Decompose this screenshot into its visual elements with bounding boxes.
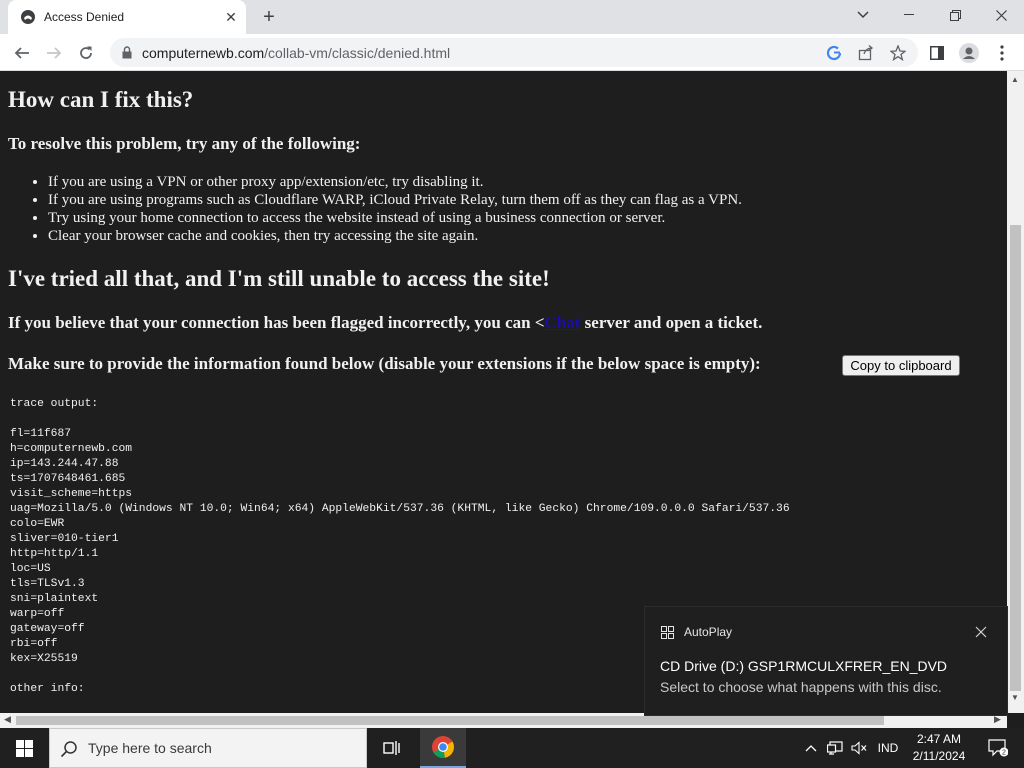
provide-info-text: Make sure to provide the information fou… bbox=[8, 354, 761, 373]
scroll-left-arrow-icon[interactable]: ◀ bbox=[4, 714, 11, 725]
url-text: computernewb.com/collab-vm/classic/denie… bbox=[142, 45, 451, 61]
trace-line: h=computernewb.com bbox=[10, 443, 133, 455]
autoplay-notification[interactable]: AutoPlay CD Drive (D:) GSP1RMCULXFRER_EN… bbox=[644, 606, 1008, 716]
scroll-down-arrow-icon[interactable]: ▼ bbox=[1011, 693, 1019, 702]
tab-title: Access Denied bbox=[44, 10, 125, 24]
toast-app-name: AutoPlay bbox=[684, 625, 733, 639]
heading-fix: How can I fix this? bbox=[8, 87, 194, 112]
share-icon[interactable] bbox=[857, 44, 875, 62]
windows-start-icon[interactable] bbox=[0, 728, 48, 768]
close-window-button[interactable] bbox=[978, 0, 1024, 30]
autoplay-app-icon bbox=[661, 626, 674, 644]
toast-close-icon[interactable] bbox=[973, 624, 989, 640]
subheading-resolve: To resolve this problem, try any of the … bbox=[8, 134, 361, 153]
kebab-menu-icon[interactable] bbox=[989, 40, 1015, 66]
forward-arrow-icon[interactable] bbox=[41, 40, 67, 66]
google-translate-icon[interactable] bbox=[825, 44, 843, 62]
language-indicator[interactable]: IND bbox=[872, 728, 904, 768]
horizontal-scroll-thumb[interactable] bbox=[16, 716, 884, 725]
trace-line: visit_scheme=https bbox=[10, 488, 133, 500]
restore-button[interactable] bbox=[932, 0, 978, 30]
address-bar[interactable]: computernewb.com/collab-vm/classic/denie… bbox=[110, 38, 918, 67]
browser-toolbar: computernewb.com/collab-vm/classic/denie… bbox=[0, 34, 1024, 71]
browser-tab[interactable]: Access Denied ✕ bbox=[8, 0, 246, 34]
profile-avatar-icon[interactable] bbox=[956, 40, 982, 66]
list-item: If you are using programs such as Cloudf… bbox=[48, 191, 742, 209]
taskbar: Type here to search IND 2:47 AM 2/11/202… bbox=[0, 728, 1024, 768]
tab-close-icon[interactable]: ✕ bbox=[222, 8, 240, 26]
vertical-scroll-thumb[interactable] bbox=[1010, 225, 1021, 691]
back-arrow-icon[interactable] bbox=[9, 40, 35, 66]
vertical-scrollbar[interactable]: ▲ ▼ bbox=[1007, 71, 1024, 713]
search-placeholder: Type here to search bbox=[88, 740, 212, 756]
clock-time: 2:47 AM bbox=[916, 732, 962, 746]
system-clock[interactable]: 2:47 AM 2/11/2024 bbox=[906, 728, 972, 768]
notification-center-icon[interactable]: 2 bbox=[978, 728, 1018, 768]
toast-title: CD Drive (D:) GSP1RMCULXFRER_EN_DVD bbox=[660, 658, 948, 674]
new-tab-button[interactable]: + bbox=[258, 6, 280, 28]
trace-line: tls=TLSv1.3 bbox=[10, 578, 85, 590]
svg-text:2: 2 bbox=[1002, 750, 1006, 757]
tab-strip: Access Denied ✕ + bbox=[0, 0, 1024, 34]
speaker-muted-icon[interactable] bbox=[848, 728, 870, 768]
tab-search-chevron-icon[interactable] bbox=[840, 0, 886, 30]
incognito-site-icon bbox=[20, 9, 36, 25]
trace-line: loc=US bbox=[10, 563, 51, 575]
trace-line: http=http/1.1 bbox=[10, 548, 99, 560]
trace-line: trace output: bbox=[10, 398, 99, 410]
heading-tried: I've tried all that, and I'm still unabl… bbox=[8, 266, 550, 291]
trace-line: sliver=010-tier1 bbox=[10, 533, 119, 545]
trace-line: colo=EWR bbox=[10, 518, 65, 530]
list-item: Try using your home connection to access… bbox=[48, 209, 742, 227]
fix-list: If you are using a VPN or other proxy ap… bbox=[48, 173, 742, 245]
trace-line bbox=[10, 412, 790, 427]
toast-body: Select to choose what happens with this … bbox=[660, 679, 942, 695]
lock-icon[interactable] bbox=[122, 46, 132, 64]
trace-line: sni=plaintext bbox=[10, 593, 99, 605]
copy-to-clipboard-button[interactable]: Copy to clipboard bbox=[842, 355, 960, 376]
task-view-icon[interactable] bbox=[372, 728, 412, 768]
chrome-taskbar-icon[interactable] bbox=[420, 728, 466, 768]
minimize-button[interactable] bbox=[886, 0, 932, 30]
show-hidden-icons-chevron-icon[interactable] bbox=[800, 728, 822, 768]
chat-link[interactable]: Chat bbox=[545, 313, 581, 332]
trace-line: uag=Mozilla/5.0 (Windows NT 10.0; Win64;… bbox=[10, 503, 790, 515]
trace-line: ip=143.244.47.88 bbox=[10, 458, 119, 470]
trace-line: fl=11f687 bbox=[10, 428, 72, 440]
trace-line: ts=1707648461.685 bbox=[10, 473, 126, 485]
list-item: Clear your browser cache and cookies, th… bbox=[48, 227, 742, 245]
search-icon bbox=[60, 740, 78, 763]
clock-date: 2/11/2024 bbox=[912, 749, 966, 763]
side-panel-icon[interactable] bbox=[924, 40, 950, 66]
scroll-up-arrow-icon[interactable]: ▲ bbox=[1011, 75, 1019, 84]
reload-icon[interactable] bbox=[73, 40, 99, 66]
flagged-text: If you believe that your connection has … bbox=[8, 313, 763, 332]
network-icon[interactable] bbox=[824, 728, 846, 768]
bookmark-star-icon[interactable] bbox=[889, 44, 907, 62]
taskbar-search-box[interactable]: Type here to search bbox=[49, 728, 367, 768]
list-item: If you are using a VPN or other proxy ap… bbox=[48, 173, 742, 191]
